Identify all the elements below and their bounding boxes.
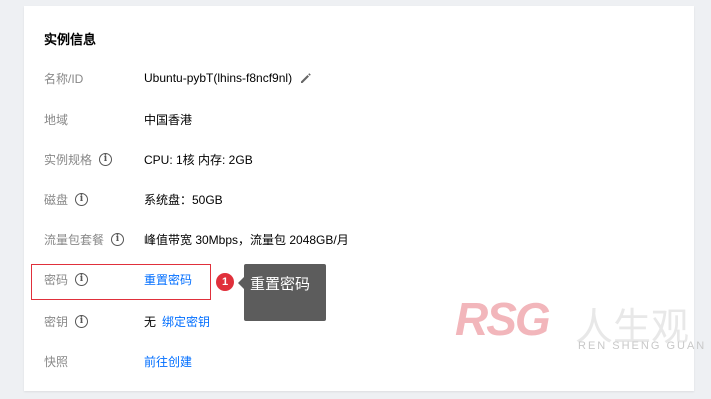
row-label: 磁盘 i [44,191,144,208]
key-value: 无 [144,314,157,329]
label-text: 实例规格 [44,152,93,167]
info-row-region: 地域 中国香港 [44,109,192,129]
watermark-subtitle: REN SHENG GUAN [578,340,707,352]
card-title: 实例信息 [44,32,97,47]
info-row-snapshot: 快照 前往创建 [44,351,192,371]
row-value: Ubuntu-pybT(lhins-f8ncf9nl) [144,71,312,85]
row-label: 密钥 i [44,313,144,330]
region-value: 中国香港 [144,112,193,127]
info-row-name-id: 名称/ID Ubuntu-pybT(lhins-f8ncf9nl) [44,68,312,88]
row-label: 快照 [44,353,144,370]
label-text: 名称/ID [44,71,84,86]
instance-name-value: Ubuntu-pybT(lhins-f8ncf9nl) [144,71,293,85]
step-number-badge: 1 [216,273,234,291]
info-row-key: 密钥 i 无 绑定密钥 [44,311,210,331]
watermark: RSG 人生观 REN SHENG GUAN [455,292,711,362]
row-label: 名称/ID [44,70,144,87]
info-icon[interactable]: i [75,192,89,206]
tooltip: 重置密码 [244,264,326,321]
row-value: 前往创建 [144,353,192,370]
label-text: 磁盘 [44,192,69,207]
info-icon[interactable]: i [111,232,125,246]
info-icon[interactable]: i [99,152,113,166]
disk-value: 系统盘：50GB [144,192,223,207]
label-text: 快照 [44,354,69,369]
row-label: 实例规格 i [44,151,144,168]
label-text: 地域 [44,112,69,127]
info-row-traffic: 流量包套餐 i 峰值带宽 30Mbps，流量包 2048GB/月 [44,229,349,249]
info-icon[interactable]: i [75,314,89,328]
tooltip-text: 重置密码 [250,276,311,293]
spec-value: CPU: 1核 内存: 2GB [144,152,253,167]
traffic-value: 峰值带宽 30Mbps，流量包 2048GB/月 [144,232,349,247]
watermark-logo: RSG [455,293,551,345]
row-label: 流量包套餐 i [44,231,144,248]
row-label: 地域 [44,111,144,128]
password-highlight-box [31,264,211,300]
bind-key-link[interactable]: 绑定密钥 [162,313,210,330]
create-snapshot-link[interactable]: 前往创建 [144,353,192,370]
info-row-disk: 磁盘 i 系统盘：50GB [44,189,223,209]
label-text: 密钥 [44,314,69,329]
edit-pencil-icon[interactable] [300,72,312,84]
label-text: 流量包套餐 [44,232,105,247]
row-value: 无 绑定密钥 [144,313,210,330]
info-row-spec: 实例规格 i CPU: 1核 内存: 2GB [44,149,253,169]
